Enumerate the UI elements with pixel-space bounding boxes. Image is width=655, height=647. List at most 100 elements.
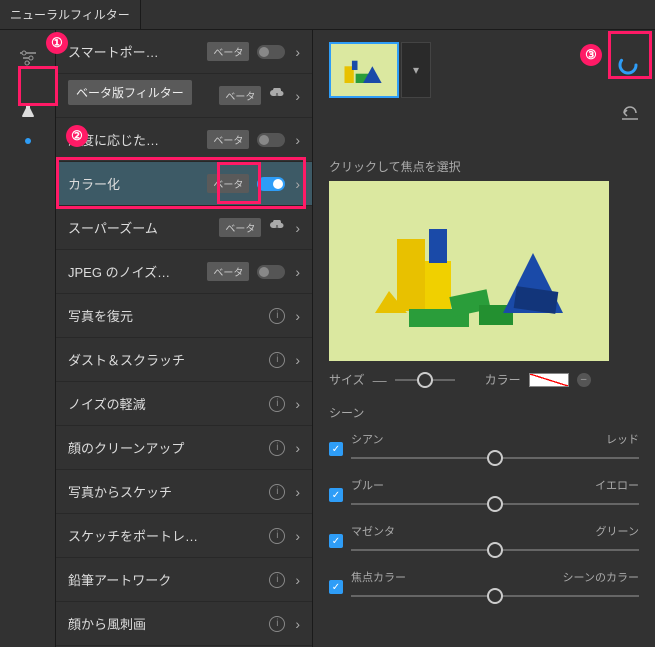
cloud-download-icon[interactable] bbox=[269, 220, 285, 235]
size-decrease[interactable]: — bbox=[373, 372, 387, 388]
beta-tooltip: ベータ版フィルター bbox=[68, 80, 192, 105]
chevron-down-icon: ▾ bbox=[413, 63, 419, 77]
remove-color-icon[interactable]: – bbox=[577, 373, 591, 387]
preview-image[interactable] bbox=[329, 181, 609, 361]
checkbox[interactable]: ✓ bbox=[329, 442, 343, 456]
filter-item-face-cleanup[interactable]: 顔のクリーンアップ i › bbox=[56, 426, 312, 470]
info-icon[interactable]: i bbox=[269, 528, 285, 544]
main-area: ベータ版フィルター スマートポー… ベータ › – – – – – – ベータ … bbox=[0, 30, 655, 647]
filter-item-colorize[interactable]: カラー化 ベータ › bbox=[56, 162, 312, 206]
filter-label: カラー化 bbox=[68, 174, 207, 193]
loading-spinner bbox=[617, 54, 639, 79]
filter-label: 鉛筆アートワーク bbox=[68, 570, 269, 589]
toggle-switch[interactable] bbox=[257, 265, 285, 279]
filter-label: 顔のクリーンアップ bbox=[68, 438, 269, 457]
filter-label: JPEG のノイズ… bbox=[68, 262, 207, 281]
chevron-right-icon: › bbox=[295, 176, 300, 192]
beta-badge: ベータ bbox=[207, 262, 249, 281]
info-icon[interactable]: i bbox=[269, 396, 285, 412]
beta-badge: ベータ bbox=[219, 218, 261, 237]
checkbox[interactable]: ✓ bbox=[329, 534, 343, 548]
chevron-right-icon: › bbox=[295, 132, 300, 148]
slider-right-label: イエロー bbox=[595, 477, 639, 493]
toggle-switch[interactable] bbox=[257, 177, 285, 191]
checkbox[interactable]: ✓ bbox=[329, 488, 343, 502]
chevron-right-icon: › bbox=[295, 484, 300, 500]
size-color-row: サイズ — + カラー – bbox=[329, 371, 639, 388]
chevron-right-icon: › bbox=[295, 616, 300, 632]
slider-left-label: シアン bbox=[351, 431, 384, 447]
filter-label: 顔から風刺画 bbox=[68, 614, 269, 633]
chevron-right-icon: › bbox=[295, 88, 300, 104]
beta-badge: ベータ bbox=[207, 42, 249, 61]
filters-icon[interactable] bbox=[12, 42, 44, 74]
thumbnail-dropdown[interactable]: ▾ bbox=[401, 42, 431, 98]
chevron-right-icon: › bbox=[295, 528, 300, 544]
filter-item-restore[interactable]: 写真を復元 i › bbox=[56, 294, 312, 338]
info-icon[interactable]: i bbox=[269, 440, 285, 456]
filter-label: ダスト＆スクラッチ bbox=[68, 350, 269, 369]
filter-label: スケッチをポートレ… bbox=[68, 526, 269, 545]
beta-badge: ベータ bbox=[207, 174, 249, 193]
checkbox[interactable]: ✓ bbox=[329, 580, 343, 594]
toggle-switch[interactable] bbox=[257, 133, 285, 147]
cloud-download-icon[interactable] bbox=[269, 88, 285, 103]
color-swatch[interactable] bbox=[529, 373, 569, 387]
size-label: サイズ bbox=[329, 371, 365, 388]
filter-item-depth[interactable]: 深度に応じた… ベータ › bbox=[56, 118, 312, 162]
chevron-right-icon: › bbox=[295, 396, 300, 412]
hue-slider[interactable] bbox=[351, 595, 639, 597]
hue-slider[interactable] bbox=[351, 503, 639, 505]
info-icon[interactable]: i bbox=[269, 352, 285, 368]
slider-left-label: 焦点カラー bbox=[351, 569, 406, 585]
filter-item-noise[interactable]: ノイズの軽減 i › bbox=[56, 382, 312, 426]
filter-list: スマートポー… ベータ › – – – – – – ベータ › 深度に応じた… … bbox=[55, 30, 313, 647]
focal-point-label: クリックして焦点を選択 bbox=[329, 158, 639, 175]
info-icon[interactable]: i bbox=[269, 616, 285, 632]
filter-label: ノイズの軽減 bbox=[68, 394, 269, 413]
beta-flask-icon[interactable] bbox=[12, 94, 44, 126]
filter-item-caricature[interactable]: 顔から風刺画 i › bbox=[56, 602, 312, 646]
chevron-right-icon: › bbox=[295, 308, 300, 324]
hue-slider[interactable] bbox=[351, 549, 639, 551]
slider-left-label: ブルー bbox=[351, 477, 384, 493]
panel-title[interactable]: ニューラルフィルター bbox=[0, 0, 141, 29]
right-pane: ▾ クリックして焦点を選択 bbox=[313, 30, 655, 647]
chevron-right-icon: › bbox=[295, 440, 300, 456]
filter-label: 写真を復元 bbox=[68, 306, 269, 325]
filter-label: 写真からスケッチ bbox=[68, 482, 269, 501]
color-label: カラー bbox=[485, 371, 521, 388]
slider-right-label: シーンのカラー bbox=[563, 569, 639, 585]
filter-item-pencil[interactable]: 鉛筆アートワーク i › bbox=[56, 558, 312, 602]
filter-item-dust[interactable]: ダスト＆スクラッチ i › bbox=[56, 338, 312, 382]
layer-thumbnail[interactable] bbox=[329, 42, 399, 98]
thumbnail-row: ▾ bbox=[329, 42, 639, 98]
left-rail bbox=[0, 30, 55, 647]
chevron-right-icon: › bbox=[295, 220, 300, 236]
slider-row-focal-scene: ✓ 焦点カラー シーンのカラー bbox=[329, 569, 639, 605]
filter-item-smart-portrait[interactable]: スマートポー… ベータ › bbox=[56, 30, 312, 74]
chevron-right-icon: › bbox=[295, 572, 300, 588]
filter-item-superzoom[interactable]: スーパーズーム ベータ › bbox=[56, 206, 312, 250]
slider-row-cyan-red: ✓ シアン レッド bbox=[329, 431, 639, 467]
chevron-right-icon: › bbox=[295, 44, 300, 60]
filter-item-sketch-portrait[interactable]: スケッチをポートレ… i › bbox=[56, 514, 312, 558]
filter-label: 深度に応じた… bbox=[68, 130, 207, 149]
info-icon[interactable]: i bbox=[269, 484, 285, 500]
slider-row-magenta-green: ✓ マゼンタ グリーン bbox=[329, 523, 639, 559]
info-icon[interactable]: i bbox=[269, 308, 285, 324]
filter-item-photo-sketch[interactable]: 写真からスケッチ i › bbox=[56, 470, 312, 514]
filter-item-jpeg[interactable]: JPEG のノイズ… ベータ › bbox=[56, 250, 312, 294]
slider-right-label: レッド bbox=[606, 431, 639, 447]
toggle-switch[interactable] bbox=[257, 45, 285, 59]
undo-icon[interactable] bbox=[621, 106, 639, 123]
size-slider[interactable] bbox=[395, 379, 455, 381]
chevron-right-icon: › bbox=[295, 264, 300, 280]
slider-left-label: マゼンタ bbox=[351, 523, 395, 539]
slider-right-label: グリーン bbox=[596, 523, 639, 539]
hue-slider[interactable] bbox=[351, 457, 639, 459]
beta-badge: ベータ bbox=[207, 130, 249, 149]
panel-tab-bar: ニューラルフィルター bbox=[0, 0, 655, 30]
info-icon[interactable]: i bbox=[269, 572, 285, 588]
thumbnail-image bbox=[331, 44, 397, 96]
